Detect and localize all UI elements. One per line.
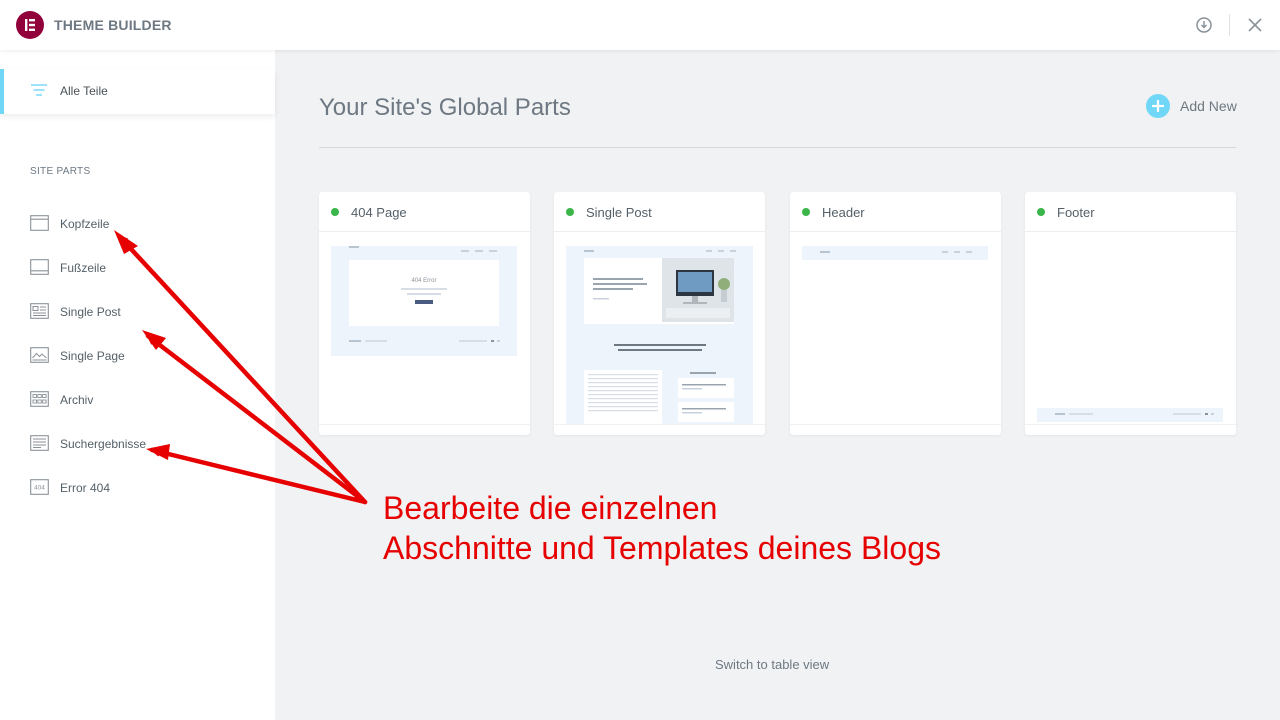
card-divider bbox=[554, 424, 765, 425]
card-title: Single Post bbox=[586, 205, 652, 220]
top-divider bbox=[1229, 14, 1230, 36]
plus-circle-icon bbox=[1146, 94, 1170, 123]
sidebar-item-label: Kopfzeile bbox=[60, 217, 110, 231]
card-thumbnail: 404 Error bbox=[331, 244, 518, 424]
sidebar-item-label: Archiv bbox=[60, 393, 94, 407]
annotation-text: Bearbeite die einzelnen Abschnitte und T… bbox=[383, 488, 1083, 568]
single-page-icon bbox=[30, 347, 49, 368]
filter-lines-icon bbox=[30, 83, 48, 102]
annotation-line-1: Bearbeite die einzelnen bbox=[383, 490, 718, 526]
card-header: 404 Page bbox=[319, 192, 530, 232]
card-header: Single Post bbox=[554, 192, 765, 232]
sidebar: Alle Teile SITE PARTS Kopfzeile Fußzeile… bbox=[0, 50, 275, 720]
add-new-button[interactable]: Add New bbox=[1146, 94, 1238, 118]
header-layout-icon bbox=[30, 215, 49, 236]
sidebar-item-header[interactable]: Kopfzeile bbox=[0, 206, 275, 242]
status-dot bbox=[331, 208, 339, 216]
part-card-header[interactable]: Header bbox=[790, 192, 1001, 435]
status-dot bbox=[566, 208, 574, 216]
sidebar-item-search-results[interactable]: Suchergebnisse bbox=[0, 426, 275, 462]
svg-text:404: 404 bbox=[34, 485, 45, 492]
card-header: Footer bbox=[1025, 192, 1236, 232]
section-title: SITE PARTS bbox=[30, 166, 91, 177]
main-divider bbox=[319, 147, 1236, 148]
close-icon[interactable] bbox=[1244, 14, 1266, 36]
card-title: 404 Page bbox=[351, 205, 407, 220]
sidebar-item-single-post[interactable]: Single Post bbox=[0, 294, 275, 330]
info-download-icon[interactable] bbox=[1193, 14, 1215, 36]
archive-icon bbox=[30, 391, 49, 412]
card-thumbnail bbox=[802, 244, 989, 424]
sidebar-item-label: Fußzeile bbox=[60, 261, 107, 275]
card-title: Header bbox=[822, 205, 865, 220]
elementor-logo-icon bbox=[16, 11, 44, 39]
sidebar-item-label: Alle Teile bbox=[60, 84, 108, 98]
card-title: Footer bbox=[1057, 205, 1095, 220]
part-card-footer[interactable]: Footer bbox=[1025, 192, 1236, 435]
card-divider bbox=[790, 424, 1001, 425]
page-title: Your Site's Global Parts bbox=[319, 94, 571, 121]
search-results-icon bbox=[30, 435, 49, 456]
card-header: Header bbox=[790, 192, 1001, 232]
sidebar-item-label: Single Post bbox=[60, 305, 121, 319]
sidebar-item-label: Single Page bbox=[60, 349, 125, 363]
switch-to-table-view-link[interactable]: Switch to table view bbox=[715, 657, 829, 672]
svg-text:404 Error: 404 Error bbox=[411, 278, 436, 284]
single-post-icon bbox=[30, 303, 49, 324]
error-404-icon: 404 bbox=[30, 479, 49, 500]
annotation-line-2: Abschnitte und Templates deines Blogs bbox=[383, 530, 941, 566]
sidebar-item-error-404[interactable]: 404 Error 404 bbox=[0, 470, 275, 506]
sidebar-item-footer[interactable]: Fußzeile bbox=[0, 250, 275, 286]
card-divider bbox=[319, 424, 530, 425]
part-card-single-post[interactable]: Single Post bbox=[554, 192, 765, 435]
sidebar-item-all-parts[interactable]: Alle Teile bbox=[0, 69, 275, 114]
add-new-label: Add New bbox=[1180, 98, 1237, 114]
card-thumbnail bbox=[566, 244, 753, 424]
card-thumbnail bbox=[1037, 244, 1224, 424]
sidebar-item-archive[interactable]: Archiv bbox=[0, 382, 275, 418]
sidebar-item-label: Error 404 bbox=[60, 481, 111, 495]
status-dot bbox=[802, 208, 810, 216]
part-card-404-page[interactable]: 404 Page 404 Error bbox=[319, 192, 530, 435]
app-title: THEME BUILDER bbox=[54, 17, 172, 33]
sidebar-item-single-page[interactable]: Single Page bbox=[0, 338, 275, 374]
footer-layout-icon bbox=[30, 259, 49, 280]
card-divider bbox=[1025, 424, 1236, 425]
status-dot bbox=[1037, 208, 1045, 216]
top-bar: THEME BUILDER bbox=[0, 0, 1280, 50]
sidebar-item-label: Suchergebnisse bbox=[60, 437, 147, 451]
